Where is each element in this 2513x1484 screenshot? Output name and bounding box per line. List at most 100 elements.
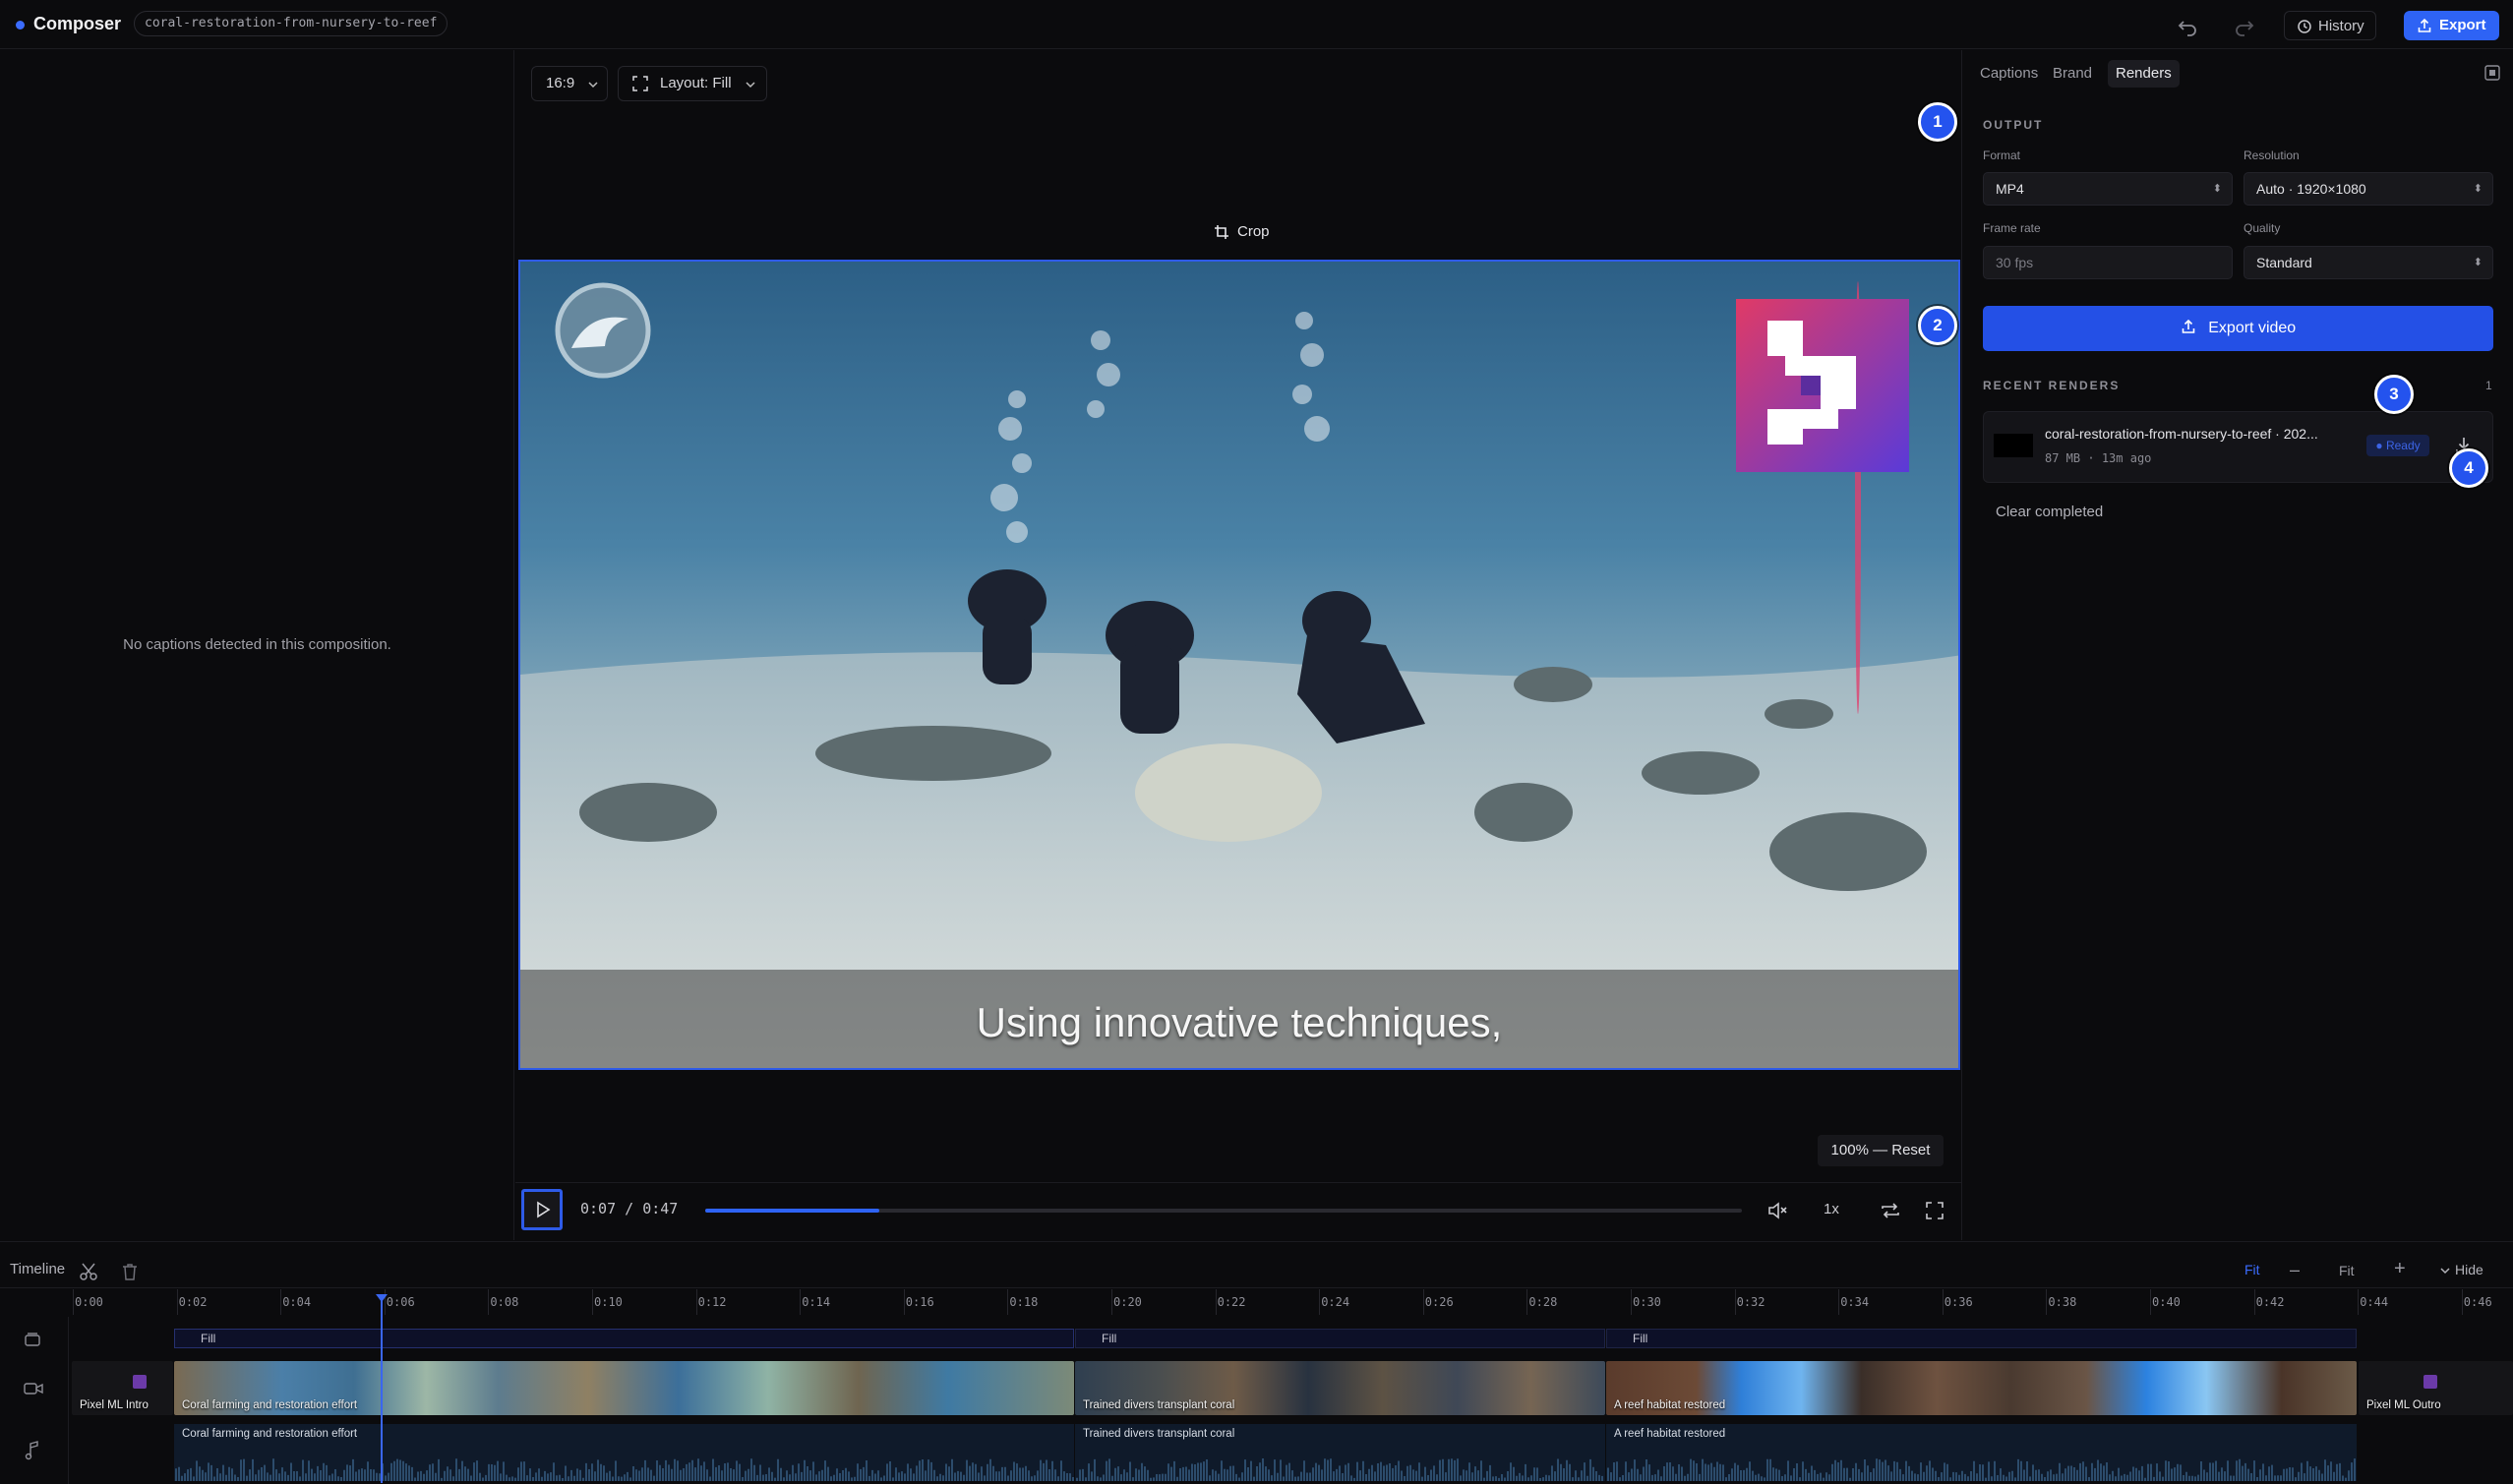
export-video-button[interactable]: Export video [1983,306,2493,351]
top-bar: Composer coral-restoration-from-nursery-… [0,0,2513,49]
layout-segment[interactable]: Fill [1606,1329,2357,1348]
output-section-title: OUTPUT [1983,118,2044,132]
ruler-tick-label: 0:32 [1736,1295,1765,1309]
video-track-icon [24,1380,43,1402]
audio-clip-label: A reef habitat restored [1614,1428,1726,1440]
captions-list-panel: No captions detected in this composition… [0,50,514,1240]
play-icon [537,1201,551,1218]
format-select[interactable]: MP4 ⬍ [1983,172,2233,206]
ruler-tick-label: 0:08 [490,1295,519,1309]
ruler-tick-mark [2461,1289,2463,1315]
export-label: Export [2439,17,2486,33]
tab-renders[interactable]: Renders [2108,60,2180,88]
ruler-tick-label: 0:40 [2152,1295,2181,1309]
crop-button[interactable]: Crop [1214,221,1270,243]
video-clip[interactable]: Coral farming and restoration effort [174,1361,1074,1415]
audio-clip[interactable]: Coral farming and restoration effort [174,1424,1074,1481]
video-preview[interactable]: Using innovative techniques, [518,260,1960,1070]
brand-logo-dot [16,21,25,30]
speed-button[interactable]: 1x [1824,1201,1839,1217]
sidebar-toggle-icon [2484,65,2500,81]
quality-value: Standard [2256,255,2312,270]
ruler-tick-label: 0:12 [697,1295,727,1309]
status-badge: ● Ready [2366,435,2429,456]
ruler-tick-mark [903,1289,905,1315]
ruler-tick-mark [1007,1289,1009,1315]
ruler-tick-label: 0:18 [1009,1295,1039,1309]
quality-select[interactable]: Standard ⬍ [2244,246,2493,279]
ruler-tick-label: 0:42 [2255,1295,2285,1309]
select-arrows-icon: ⬍ [2212,183,2222,195]
chevron-down-icon [2440,1268,2450,1275]
layers-icon [25,1333,40,1346]
intro-thumbnail-logo [133,1375,147,1389]
panel-toggle-button[interactable] [2483,64,2501,82]
video-clip-outro[interactable]: Pixel ML Outro [2359,1361,2513,1415]
export-button[interactable]: Export [2404,11,2499,40]
video-camera-icon [24,1383,43,1395]
layout-segment[interactable]: Fill [174,1329,1074,1348]
frame-rate-field[interactable]: 30 fps [1983,246,2233,279]
time-separator: / [625,1200,634,1217]
fill-segment-label: Fill [1633,1332,1648,1345]
video-clip[interactable]: A reef habitat restored [1606,1361,2357,1415]
clip-label: Pixel ML Outro [2366,1399,2441,1411]
ruler-tick-label: 0:04 [282,1295,312,1309]
video-clip-intro[interactable]: Pixel ML Intro [72,1361,173,1415]
audio-clip-label: Trained divers transplant coral [1083,1428,1235,1440]
redo-icon [2236,21,2254,36]
ruler-tick-mark [384,1289,386,1315]
clip-label: Coral farming and restoration effort [182,1399,358,1411]
zoom-reset-button[interactable]: 100% — Reset [1818,1135,1944,1166]
zoom-out-button[interactable]: – [2290,1261,2300,1278]
ruler-tick-label: 0:30 [1633,1295,1661,1309]
layout-dropdown[interactable]: Layout: Fill [618,66,767,101]
audio-clip[interactable]: Trained divers transplant coral [1075,1424,1605,1481]
tab-brand[interactable]: Brand [2045,60,2100,88]
render-age: 13m ago [2101,451,2152,465]
playhead[interactable] [376,1294,388,1483]
hide-timeline-button[interactable]: Hide [2439,1262,2483,1277]
delete-button[interactable] [120,1262,140,1281]
scrub-bar[interactable] [705,1209,1742,1213]
mute-button[interactable] [1766,1199,1790,1222]
ruler-tick-label: 0:02 [178,1295,208,1309]
ruler-tick-label: 0:20 [1113,1295,1142,1309]
redo-button[interactable] [2231,13,2256,38]
empty-captions-message: No captions detected in this composition… [123,636,391,653]
video-clip[interactable]: Trained divers transplant coral [1075,1361,1605,1415]
resolution-label: Resolution [2244,148,2300,162]
split-button[interactable] [79,1262,98,1281]
export-video-label: Export video [2208,320,2297,336]
frame-rate-value: 30 fps [1996,255,2034,270]
fullscreen-button[interactable] [1923,1199,1946,1222]
history-icon [2298,20,2311,33]
ruler-tick-label: 0:24 [1321,1295,1350,1309]
clear-completed-button[interactable]: Clear completed [1996,504,2103,520]
layout-segment[interactable]: Fill [1075,1329,1605,1348]
undo-button[interactable] [2176,13,2201,38]
ruler-tick-label: 0:46 [2463,1295,2492,1309]
audio-clip[interactable]: A reef habitat restored [1606,1424,2357,1481]
upload-icon [2418,18,2431,32]
play-button[interactable] [521,1189,563,1230]
playhead-handle [376,1294,388,1302]
ruler-tick-mark [2358,1289,2360,1315]
ruler-tick-mark [695,1289,697,1315]
resolution-select[interactable]: Auto · 1920×1080 ⬍ [2244,172,2493,206]
loop-icon [1882,1203,1899,1218]
aspect-ratio-dropdown[interactable]: 16:9 [531,66,608,101]
render-file-name: coral-restoration-from-nursery-to-reef ·… [2045,426,2318,442]
ruler-tick-label: 0:10 [594,1295,623,1309]
tab-captions[interactable]: Captions [1972,60,2046,88]
app-title: Composer [33,14,122,33]
zoom-in-button[interactable]: + [2394,1259,2406,1278]
history-button[interactable]: History [2284,11,2376,40]
ruler-tick-mark [1734,1289,1736,1315]
fit-toggle[interactable]: Fit [2244,1262,2260,1277]
loop-button[interactable] [1879,1199,1902,1222]
ruler-tick-label: 0:26 [1424,1295,1454,1309]
ruler-tick-mark [592,1289,593,1315]
audio-track-icon [25,1441,40,1465]
scissors-icon [80,1263,97,1280]
